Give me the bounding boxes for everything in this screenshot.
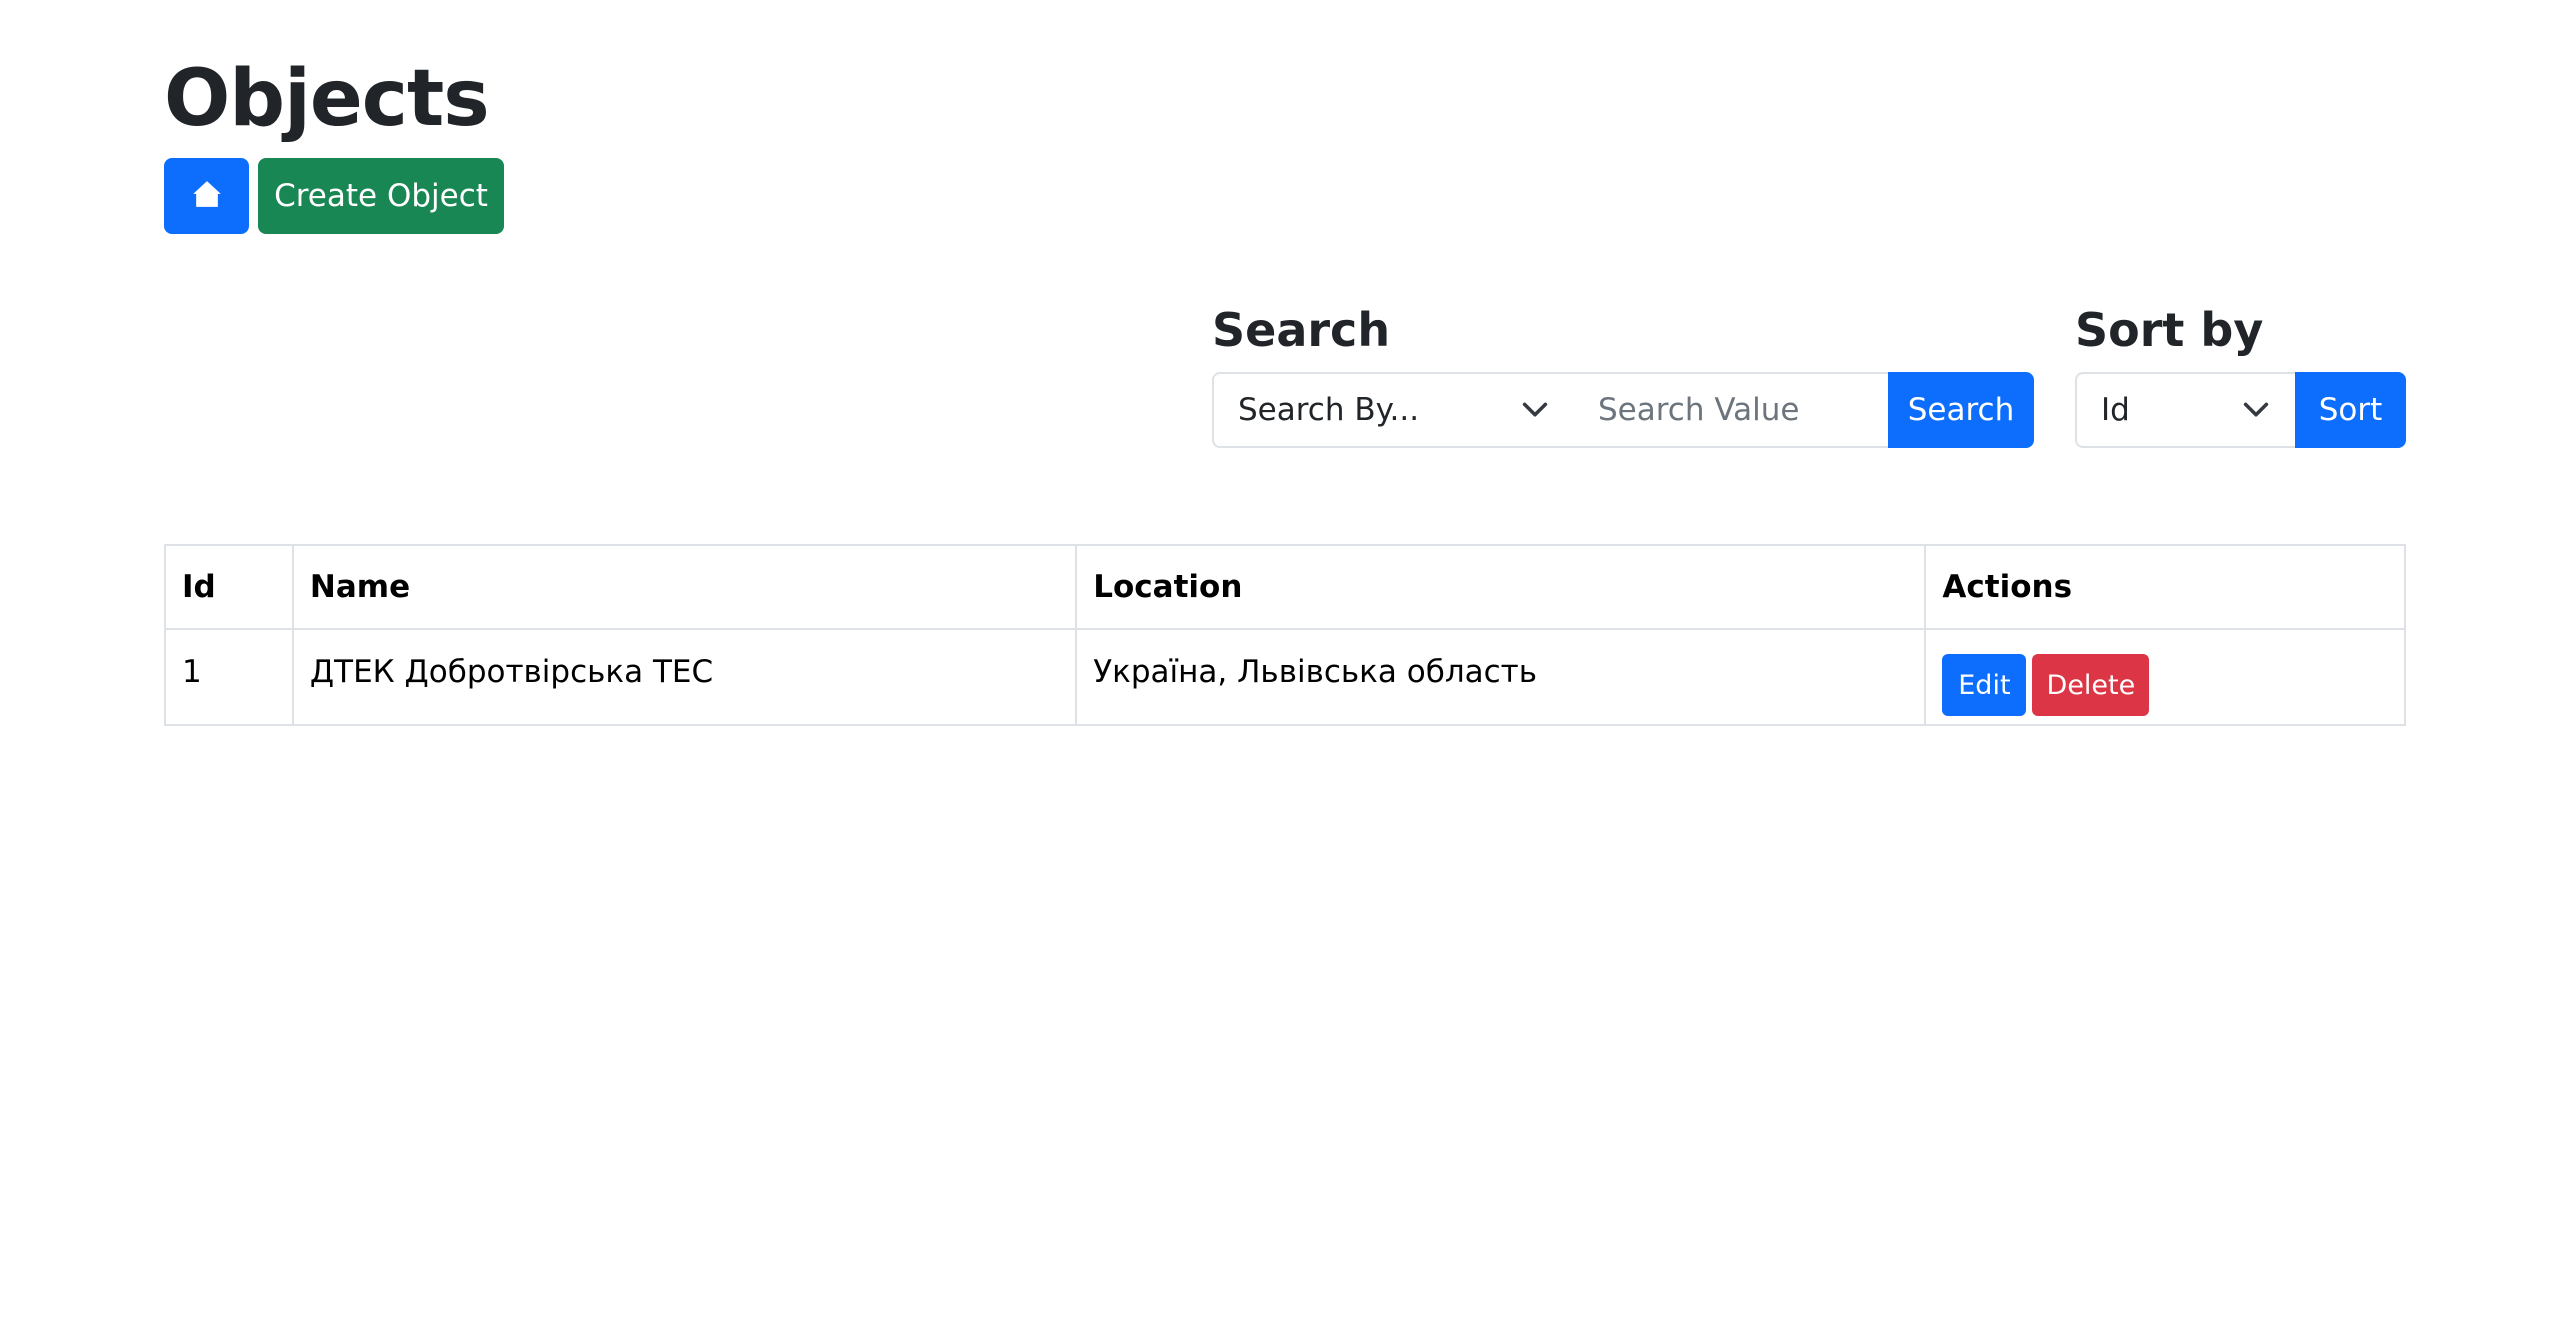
page-title: Objects (164, 54, 490, 144)
cell-id: 1 (164, 628, 294, 726)
chevron-down-icon (2243, 402, 2269, 417)
header-id: Id (164, 544, 294, 630)
chevron-down-icon (1522, 402, 1548, 417)
delete-button[interactable]: Delete (2032, 654, 2150, 716)
objects-table: Id Name Location Actions 1 ДТЕК Добротві… (164, 544, 2406, 726)
search-heading: Search (1212, 303, 1391, 357)
objects-page: Objects Create Object Search Sort by Sea… (0, 0, 2560, 1340)
table-header-row: Id Name Location Actions (164, 544, 2406, 630)
sort-heading: Sort by (2075, 303, 2264, 357)
search-by-select[interactable]: Search By... (1212, 372, 1576, 448)
header-name: Name (291, 544, 1078, 630)
cell-location: Україна, Львівська область (1075, 628, 1927, 726)
house-icon (192, 180, 222, 212)
cell-name: ДТЕК Добротвірська ТЕС (291, 628, 1078, 726)
header-actions: Actions (1924, 544, 2406, 630)
search-value-input[interactable] (1574, 372, 1890, 448)
sort-by-value: Id (2101, 392, 2130, 428)
sort-button[interactable]: Sort (2295, 372, 2406, 448)
table-row: 1 ДТЕК Добротвірська ТЕС Україна, Львівс… (164, 628, 2406, 726)
create-object-button[interactable]: Create Object (258, 158, 504, 234)
cell-actions: Edit Delete (1924, 628, 2406, 726)
edit-button[interactable]: Edit (1942, 654, 2027, 716)
home-button[interactable] (164, 158, 249, 234)
search-by-value: Search By... (1238, 392, 1420, 428)
search-button[interactable]: Search (1888, 372, 2034, 448)
sort-by-select[interactable]: Id (2075, 372, 2297, 448)
header-location: Location (1075, 544, 1927, 630)
